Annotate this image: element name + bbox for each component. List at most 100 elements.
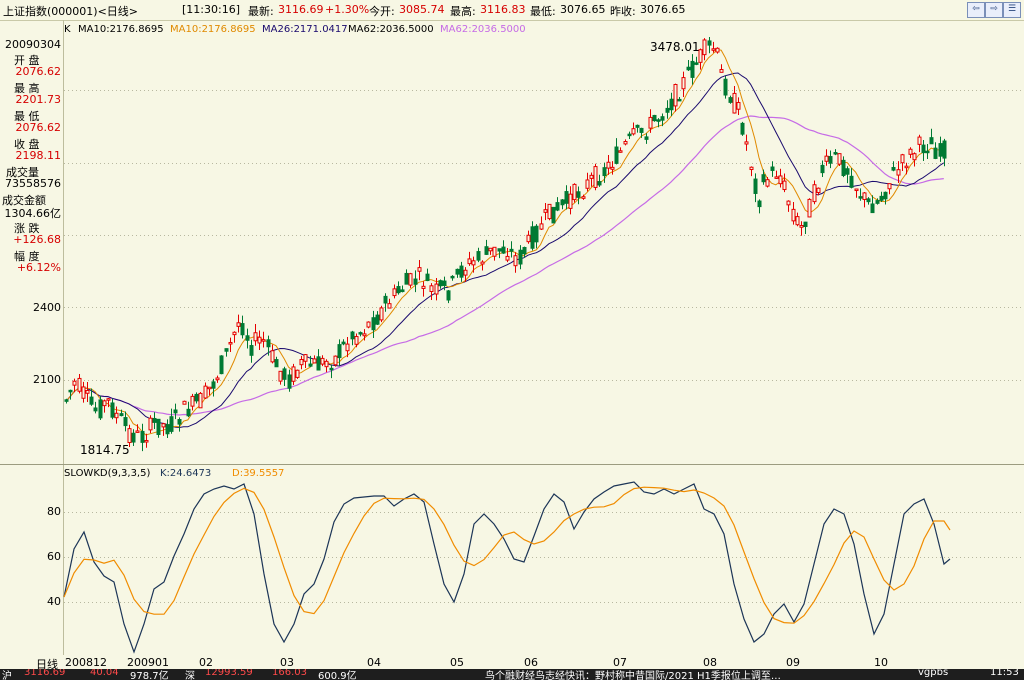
slowkd-indicator-chart[interactable]: SLOWKD(9,3,3,5) K:24.6473 D:39.5557 [0, 464, 1024, 655]
candle-body [299, 359, 304, 366]
candle-body [530, 226, 535, 249]
candle-body [345, 343, 350, 352]
candle-body [278, 370, 283, 382]
candle-body [749, 166, 754, 171]
candle-body [581, 196, 586, 199]
prev-close-label: 昨收: [610, 5, 636, 18]
restore-window-button[interactable]: ⇦ [967, 2, 985, 18]
candle-body [232, 331, 237, 336]
candle-body [341, 341, 346, 345]
legend-k: K [64, 24, 71, 35]
candle-body [375, 314, 380, 325]
candle-body [665, 107, 670, 113]
status-sz-amount: 600.9亿 [318, 671, 357, 680]
candle-body [190, 395, 195, 407]
open-price: 3085.74 [399, 3, 445, 16]
open-label: 今开: [369, 5, 395, 18]
candle-body [282, 368, 287, 380]
candle-body [371, 317, 376, 331]
candle-body [236, 322, 241, 327]
candle-body [715, 47, 720, 53]
candle-body [207, 386, 212, 390]
candle-body [896, 169, 901, 176]
candle-body [421, 285, 426, 289]
candle-body [765, 179, 770, 187]
candle-body [782, 180, 787, 191]
status-news-ticker[interactable]: 鸟个融财经鸟志经快讯：野村称中昔国际/2021 H1季报位上调至… [485, 669, 781, 680]
ma10-path [65, 48, 945, 436]
candle-body [303, 354, 308, 362]
candle-body [656, 119, 661, 122]
candle-body [501, 246, 506, 254]
x-tick: 08 [703, 656, 717, 669]
candle-body [917, 136, 922, 145]
candle-body [757, 200, 762, 208]
high-label: 最高: [450, 5, 476, 18]
candle-body [455, 268, 460, 275]
candle-body [887, 183, 892, 190]
high-annotation: 3478.01 [650, 40, 700, 54]
x-tick: 200812 [65, 656, 107, 669]
candle-body [257, 336, 262, 344]
latest-price: 3116.69 [278, 3, 324, 16]
candle-body [694, 62, 699, 65]
candle-body [266, 339, 271, 348]
candle-body [148, 417, 153, 431]
candle-body [522, 246, 527, 255]
indicator-d-value: D:39.5557 [232, 468, 284, 479]
window-list-button[interactable]: ☰ [1003, 2, 1021, 18]
candle-body [572, 183, 577, 201]
candle-body [925, 150, 930, 154]
candle-body [841, 159, 846, 177]
candle-body [161, 423, 166, 428]
candle-body [770, 166, 775, 171]
candlestick-chart[interactable]: K MA10:2176.8695 MA10:2176.8695 MA26:217… [0, 20, 1024, 464]
candle-body [350, 331, 355, 340]
candle-body [866, 198, 871, 203]
candle-body [606, 161, 611, 169]
candle-body [358, 332, 363, 335]
candle-body [270, 350, 275, 363]
candle-body [627, 133, 632, 137]
candle-body [72, 380, 77, 386]
latest-change: +1.30% [325, 3, 370, 16]
candle-body [791, 208, 796, 222]
candle-body [438, 280, 443, 287]
status-link[interactable]: vgpbs [918, 669, 948, 678]
candle-body [560, 199, 565, 206]
candle-body [660, 116, 665, 121]
candle-body [820, 164, 825, 174]
index-name: 上证指数(000001)<日线> [3, 5, 139, 18]
slowkd-k-line [63, 481, 951, 654]
candle-body [858, 196, 863, 199]
candle-body [459, 265, 464, 278]
latest-label: 最新: [248, 5, 274, 18]
candle-body [673, 83, 678, 107]
candle-body [799, 225, 804, 228]
candle-body [635, 124, 640, 128]
candle-body [413, 278, 418, 285]
candle-body [429, 285, 434, 293]
x-tick: 05 [450, 656, 464, 669]
candle-body [585, 179, 590, 189]
candle-body [883, 191, 888, 200]
candle-body [828, 156, 833, 164]
maximize-window-button[interactable]: ⇨ [985, 2, 1003, 18]
candle-body [933, 147, 938, 159]
candle-body [387, 303, 392, 309]
candle-body [471, 260, 476, 266]
candle-body [568, 193, 573, 209]
x-tick: 09 [786, 656, 800, 669]
candle-body [106, 398, 111, 401]
prev-close-price: 3076.65 [640, 3, 686, 16]
candle-body [618, 150, 623, 153]
candle-body [900, 154, 905, 164]
status-clock: 11:53 [990, 669, 1019, 678]
candle-body [644, 136, 649, 140]
candle-body [505, 255, 510, 261]
candle-body [135, 430, 140, 433]
candle-body [597, 181, 602, 186]
candle-body [480, 261, 485, 265]
title-bar: 上证指数(000001)<日线> [11:30:16] 最新: 3116.69 … [0, 0, 1024, 21]
candle-body [316, 356, 321, 371]
